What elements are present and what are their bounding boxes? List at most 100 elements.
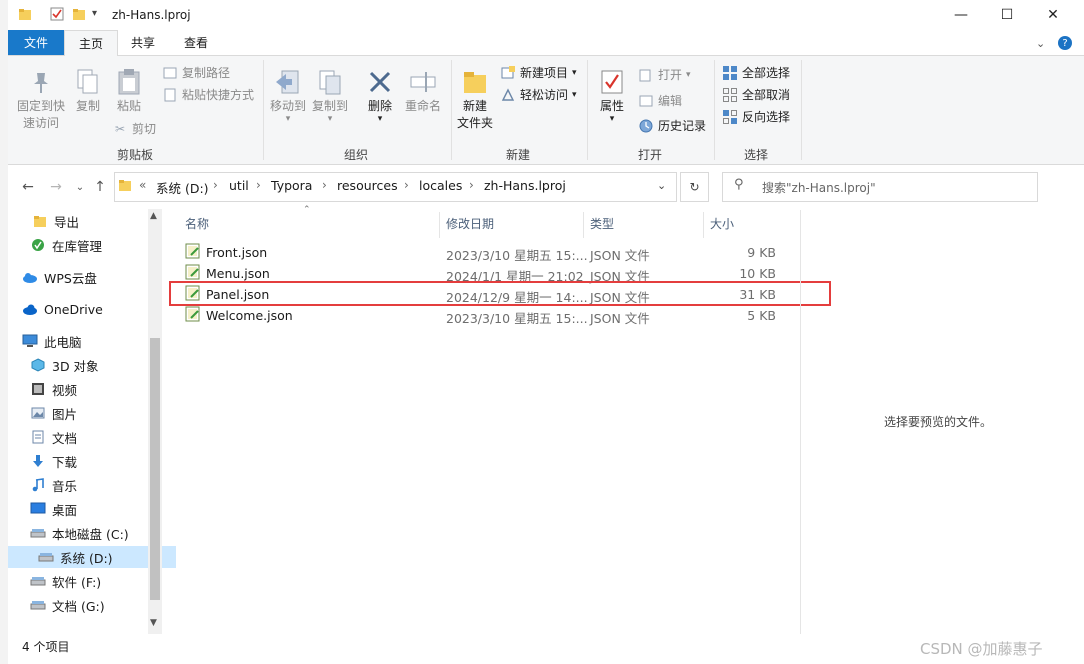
address-dropdown-icon[interactable]: ⌄ — [657, 179, 666, 192]
scroll-up-icon[interactable]: ▲ — [150, 211, 157, 221]
invert-selection-button[interactable]: 反向选择 — [722, 108, 790, 125]
breadcrumb-separator: › — [213, 178, 218, 192]
nav-item[interactable]: 在库管理 — [30, 234, 102, 256]
pc-icon — [22, 333, 38, 349]
copy-path-button[interactable]: 复制路径 — [162, 64, 230, 81]
file-row[interactable]: Front.json 2023/3/10 星期五 15:... JSON 文件 9 K… — [180, 242, 800, 263]
tab-share[interactable]: 共享 — [118, 30, 168, 55]
close-button[interactable]: ✕ — [1030, 0, 1076, 30]
paste-button[interactable]: 粘贴 — [112, 66, 146, 115]
pin-label-1: 固定到快 — [16, 99, 65, 113]
file-name: Front.json — [206, 245, 268, 260]
breadcrumb-item[interactable]: locales — [419, 178, 462, 193]
edit-button[interactable]: 编辑 — [638, 92, 682, 109]
properties-button[interactable]: 属性 ▾ — [594, 66, 630, 124]
copy-button[interactable]: 复制 — [72, 66, 104, 115]
open-button[interactable]: 打开 ▾ — [638, 66, 691, 83]
picture-icon — [30, 405, 46, 421]
folder-icon — [18, 7, 32, 21]
nav-item[interactable]: 图片 — [30, 402, 77, 424]
breadcrumb-separator: › — [469, 178, 474, 192]
help-icon[interactable]: ? — [1058, 36, 1072, 50]
column-header-name[interactable]: 名称 — [185, 212, 209, 234]
organize-group-label: 组织 — [343, 148, 368, 162]
file-row[interactable]: Welcome.json 2023/3/10 星期五 15:... JSON 文件 5… — [180, 305, 800, 326]
new-folder-icon[interactable] — [72, 7, 86, 21]
column-divider[interactable] — [703, 212, 704, 238]
rename-icon — [407, 66, 439, 98]
nav-item[interactable]: 文档 — [30, 426, 77, 448]
nav-item[interactable]: 此电脑 — [22, 330, 82, 352]
nav-item-label: 本地磁盘 (C:) — [52, 526, 129, 542]
nav-item[interactable]: 下载 — [30, 450, 77, 472]
nav-item[interactable]: 本地磁盘 (C:) — [30, 522, 129, 544]
customize-toolbar-icon[interactable]: ▾ — [92, 8, 97, 19]
column-divider[interactable] — [583, 212, 584, 238]
breadcrumb-item[interactable]: 系统 (D:) — [156, 178, 209, 197]
scroll-down-icon[interactable]: ▼ — [150, 618, 157, 628]
select-none-button[interactable]: 全部取消 — [722, 86, 790, 103]
breadcrumb-overflow[interactable]: « — [139, 178, 146, 192]
breadcrumb-current[interactable]: zh-Hans.lproj — [484, 178, 566, 193]
minimize-button[interactable]: — — [938, 0, 984, 30]
nav-item[interactable]: OneDrive — [22, 298, 103, 320]
refresh-button[interactable]: ↻ — [680, 172, 709, 202]
json-file-icon — [185, 306, 201, 325]
cloud-icon — [22, 269, 38, 285]
nav-item-label: 文档 (G:) — [52, 598, 105, 614]
copy-to-label: 复制到 — [311, 99, 348, 113]
column-header-date[interactable]: 修改日期 — [446, 212, 494, 234]
group-divider — [801, 60, 802, 160]
nav-item[interactable]: 桌面 — [30, 498, 77, 520]
json-file-icon — [185, 243, 201, 262]
cut-button[interactable]: ✂ 剪切 — [112, 120, 156, 137]
select-none-label: 全部取消 — [742, 88, 791, 102]
tab-home[interactable]: 主页 — [64, 30, 118, 56]
nav-item[interactable]: 导出 — [32, 210, 79, 232]
rename-button[interactable]: 重命名 — [402, 66, 444, 115]
nav-item[interactable]: 3D 对象 — [30, 354, 99, 376]
breadcrumb-item[interactable]: Typora — [271, 178, 312, 193]
copy-to-button[interactable]: 复制到 ▾ — [310, 66, 350, 124]
search-icon: ⚲ — [734, 177, 744, 192]
nav-item[interactable]: 文档 (G:) — [30, 594, 105, 616]
column-header-type[interactable]: 类型 — [590, 212, 614, 234]
easy-access-button[interactable]: 轻松访问 ▾ — [500, 86, 577, 103]
delete-button[interactable]: 删除 ▾ — [364, 66, 396, 124]
move-to-button[interactable]: 移动到 ▾ — [268, 66, 308, 124]
history-button[interactable]: 历史记录 — [638, 117, 706, 134]
collapse-ribbon-icon[interactable]: ⌄ — [1036, 37, 1045, 50]
up-arrow-icon[interactable]: ↑ — [90, 178, 110, 196]
breadcrumb-item[interactable]: resources — [337, 178, 398, 193]
preview-divider[interactable] — [800, 210, 801, 634]
nav-item[interactable]: 音乐 — [30, 474, 77, 496]
scissors-icon: ✂ — [114, 121, 126, 136]
paste-shortcut-button[interactable]: 粘贴快捷方式 — [162, 86, 254, 103]
maximize-button[interactable]: ☐ — [984, 0, 1030, 30]
nav-scrollbar-thumb[interactable] — [150, 338, 160, 600]
nav-item[interactable]: 视频 — [30, 378, 77, 400]
properties-icon[interactable] — [50, 7, 64, 21]
recent-locations-icon[interactable]: ⌄ — [70, 178, 90, 196]
tab-view[interactable]: 查看 — [170, 30, 222, 55]
pin-quick-access-button[interactable]: 固定到快 速访问 — [14, 66, 68, 132]
tab-file[interactable]: 文件 — [8, 30, 64, 55]
download-icon — [30, 453, 46, 469]
forward-arrow-icon[interactable]: → — [46, 178, 66, 196]
open-icon — [638, 67, 654, 83]
column-divider[interactable] — [439, 212, 440, 238]
file-name: Menu.json — [206, 266, 270, 281]
select-all-button[interactable]: 全部选择 — [722, 64, 790, 81]
column-header-size[interactable]: 大小 — [710, 212, 734, 234]
nav-item-label: WPS云盘 — [44, 270, 97, 286]
nav-item[interactable]: WPS云盘 — [22, 266, 97, 288]
history-label: 历史记录 — [658, 119, 707, 133]
new-folder-button[interactable]: 新建 文件夹 — [454, 66, 496, 132]
breadcrumb-item[interactable]: util — [229, 178, 249, 193]
new-item-button[interactable]: 新建项目 ▾ — [500, 64, 577, 81]
nav-item[interactable]: 软件 (F:) — [30, 570, 101, 592]
file-size: 9 KB — [747, 245, 776, 260]
new-folder-label-1: 新建 — [462, 99, 487, 113]
back-arrow-icon[interactable]: ← — [18, 178, 38, 196]
app-icon — [30, 237, 46, 253]
